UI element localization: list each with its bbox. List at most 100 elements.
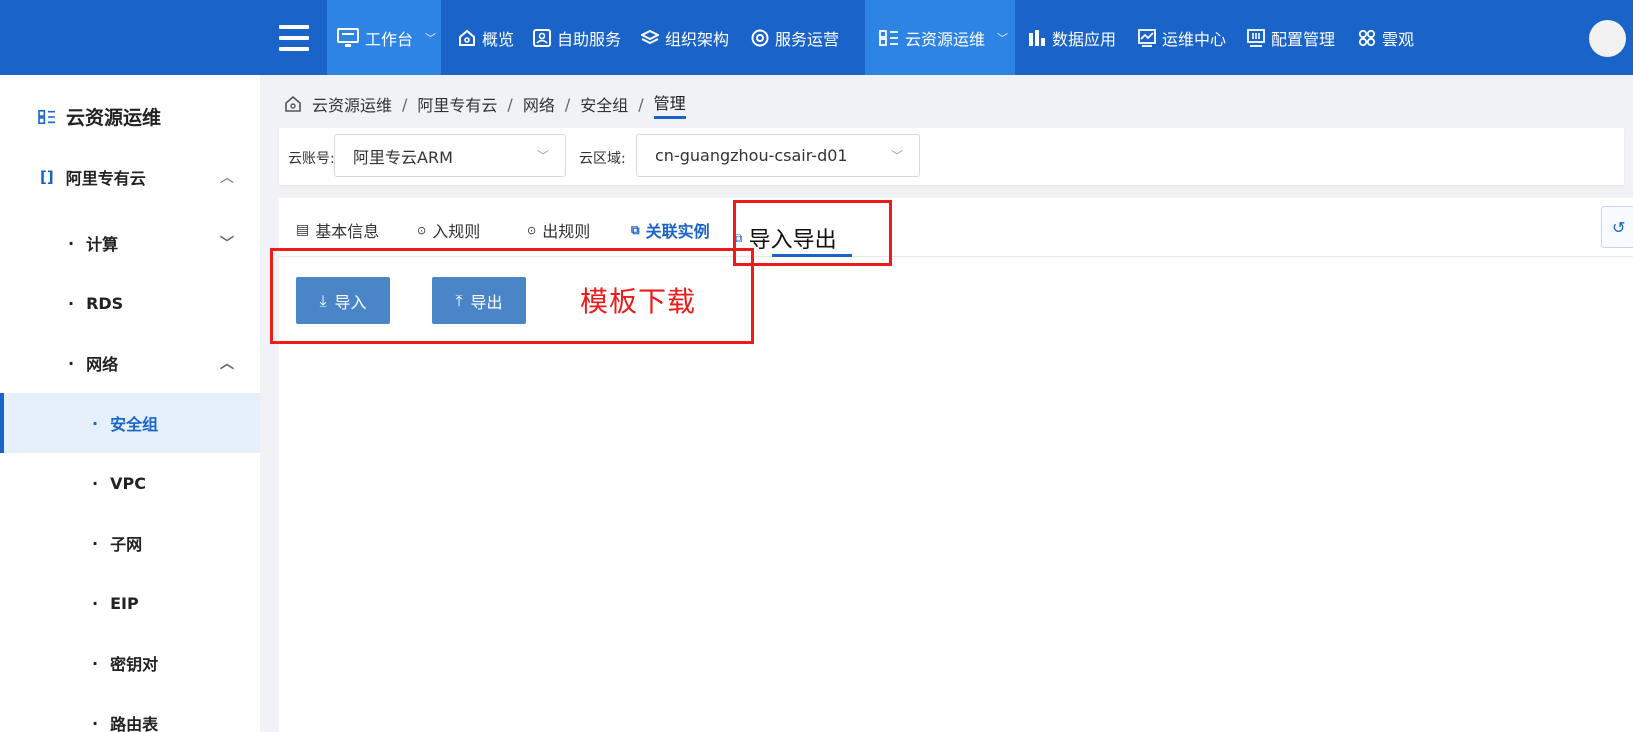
tab-inbound-rules[interactable]: ⊙ 入规则 bbox=[417, 218, 480, 242]
sidebar-item-label: VPC bbox=[110, 473, 146, 493]
region-label: 云区域: bbox=[579, 151, 626, 167]
document-icon: ▤ bbox=[296, 222, 310, 238]
cloud-bracket-icon: [] bbox=[40, 168, 54, 186]
tab-label: 入规则 bbox=[432, 222, 481, 241]
bullet-icon: · bbox=[92, 533, 99, 553]
bullet-icon: · bbox=[68, 233, 75, 253]
link-icon: ⧉ bbox=[631, 222, 640, 237]
annotation-box-actions bbox=[270, 248, 754, 344]
breadcrumb-item[interactable]: 安全组 bbox=[580, 92, 628, 116]
sidebar-item-label: EIP bbox=[110, 593, 139, 613]
sidebar-item-label: 子网 bbox=[110, 535, 143, 554]
annotation-box-tab bbox=[733, 200, 892, 266]
sidebar-item-security-group[interactable]: · 安全组 bbox=[0, 393, 260, 453]
nav-overview-label: 概览 bbox=[482, 29, 515, 49]
account-select-value: 阿里专云ARM bbox=[353, 147, 453, 167]
nav-data-apps-label: 数据应用 bbox=[1052, 29, 1117, 49]
nav-service-operations[interactable]: 服务运营 bbox=[751, 0, 839, 75]
tab-basic-info[interactable]: ▤ 基本信息 bbox=[296, 218, 379, 242]
account-select[interactable]: 阿里专云ARM ﹀ bbox=[334, 134, 566, 177]
bullet-icon: · bbox=[92, 413, 99, 433]
tab-label: 关联实例 bbox=[645, 222, 710, 241]
nav-data-apps[interactable]: 数据应用 bbox=[1028, 0, 1116, 75]
tab-associated-instances[interactable]: ⧉ 关联实例 bbox=[631, 218, 710, 242]
back-button[interactable]: ↺ bbox=[1601, 206, 1633, 248]
chevron-down-icon: ﹀ bbox=[890, 149, 903, 163]
sidebar-group-aliyun[interactable]: [] 阿里专有云 bbox=[40, 165, 146, 189]
org-icon bbox=[879, 29, 898, 46]
nav-cloud-ops-label: 云资源运维 bbox=[905, 29, 986, 49]
sidebar-item-label: 密钥对 bbox=[110, 655, 159, 674]
return-icon: ↺ bbox=[1612, 217, 1626, 237]
user-card-icon bbox=[533, 28, 551, 47]
rule-out-icon: ⊙ bbox=[527, 223, 537, 237]
nav-self-service[interactable]: 自助服务 bbox=[533, 0, 621, 75]
bullet-icon: · bbox=[92, 653, 99, 673]
breadcrumb-item[interactable]: 阿里专有云 bbox=[417, 92, 497, 116]
sidebar-item-subnet[interactable]: · 子网 bbox=[0, 513, 260, 573]
sidebar: 云资源运维 [] 阿里专有云 ︿ · 计算 ﹀ · RDS · 网络 ︿ · 安全组 ·… bbox=[0, 75, 260, 732]
bullet-icon: · bbox=[92, 713, 99, 732]
bar-chart-icon bbox=[1029, 29, 1045, 46]
sidebar-item-vpc[interactable]: · VPC bbox=[0, 453, 260, 513]
chevron-up-icon[interactable]: ︿ bbox=[220, 167, 234, 187]
filter-bar: 云账号: 阿里专云ARM ﹀ 云区域: cn-guangzhou-csair-d… bbox=[279, 128, 1624, 185]
sidebar-title: 云资源运维 bbox=[38, 103, 161, 130]
sidebar-item-label: 计算 bbox=[86, 235, 119, 254]
breadcrumb-separator: / bbox=[638, 94, 644, 114]
cog-circle-icon bbox=[751, 29, 769, 46]
line-chart-icon bbox=[1138, 28, 1156, 47]
breadcrumb-separator: / bbox=[564, 94, 571, 114]
clover-icon bbox=[1358, 29, 1376, 46]
region-select[interactable]: cn-guangzhou-csair-d01 ﹀ bbox=[636, 134, 920, 177]
nav-cloud-ops[interactable]: 云资源运维 ﹀ bbox=[865, 0, 1015, 75]
bullet-icon: · bbox=[92, 593, 99, 613]
sidebar-item-compute[interactable]: · 计算 ﹀ bbox=[0, 213, 260, 273]
nav-config-management[interactable]: 配置管理 bbox=[1247, 0, 1335, 75]
sidebar-item-label: RDS bbox=[86, 293, 124, 313]
tab-label: 基本信息 bbox=[315, 222, 380, 241]
config-icon bbox=[1247, 28, 1265, 47]
nav-yunguan[interactable]: 雲观 bbox=[1358, 0, 1414, 75]
chevron-down-icon: ﹀ bbox=[536, 149, 549, 163]
tab-outbound-rules[interactable]: ⊙ 出规则 bbox=[527, 218, 590, 242]
nav-workbench-label: 工作台 bbox=[365, 29, 414, 49]
sidebar-item-keypair[interactable]: · 密钥对 bbox=[0, 633, 260, 693]
breadcrumb-item[interactable]: 网络 bbox=[523, 92, 555, 116]
bullet-icon: · bbox=[68, 353, 75, 373]
home-icon bbox=[459, 29, 475, 46]
sidebar-item-route-table[interactable]: · 路由表 bbox=[0, 693, 260, 732]
chevron-down-icon: ﹀ bbox=[997, 31, 1009, 45]
tab-label: 出规则 bbox=[542, 222, 591, 241]
breadcrumb: 云资源运维 / 阿里专有云 / 网络 / 安全组 / 管理 bbox=[284, 90, 686, 119]
nav-self-service-label: 自助服务 bbox=[557, 29, 622, 49]
rule-in-icon: ⊙ bbox=[417, 223, 427, 237]
breadcrumb-item[interactable]: 云资源运维 bbox=[312, 92, 392, 116]
nav-org-structure-label: 组织架构 bbox=[665, 29, 730, 49]
nav-org-structure[interactable]: 组织架构 bbox=[641, 0, 729, 75]
sidebar-item-label: 安全组 bbox=[110, 415, 159, 434]
sidebar-item-eip[interactable]: · EIP bbox=[0, 573, 260, 633]
bullet-icon: · bbox=[92, 473, 99, 493]
nav-overview[interactable]: 概览 bbox=[458, 0, 514, 75]
sidebar-title-label: 云资源运维 bbox=[66, 107, 162, 129]
top-navigation-bar: 工作台 ﹀ 概览 自助服务 组织架构 服务运营 云资源运维 ﹀ 数据应用 运维中… bbox=[0, 0, 1633, 75]
nav-config-management-label: 配置管理 bbox=[1271, 29, 1336, 49]
chevron-down-icon: ﹀ bbox=[220, 236, 234, 252]
breadcrumb-current: 管理 bbox=[653, 90, 686, 119]
nav-ops-center[interactable]: 运维中心 bbox=[1138, 0, 1226, 75]
layers-icon bbox=[641, 29, 659, 44]
chevron-down-icon: ﹀ bbox=[425, 31, 437, 45]
sidebar-item-network[interactable]: · 网络 ︿ bbox=[0, 333, 260, 393]
bullet-icon: · bbox=[68, 293, 75, 313]
sidebar-item-label: 路由表 bbox=[110, 715, 159, 732]
nav-workbench[interactable]: 工作台 ﹀ bbox=[327, 0, 441, 75]
sidebar-item-rds[interactable]: · RDS bbox=[0, 273, 260, 333]
nav-yunguan-label: 雲观 bbox=[1382, 29, 1415, 49]
menu-toggle-icon[interactable] bbox=[279, 25, 309, 51]
sidebar-group-label: 阿里专有云 bbox=[65, 169, 146, 188]
breadcrumb-separator: / bbox=[507, 94, 513, 114]
avatar[interactable] bbox=[1589, 20, 1626, 57]
nav-ops-center-label: 运维中心 bbox=[1162, 29, 1227, 49]
account-label: 云账号: bbox=[288, 151, 335, 167]
